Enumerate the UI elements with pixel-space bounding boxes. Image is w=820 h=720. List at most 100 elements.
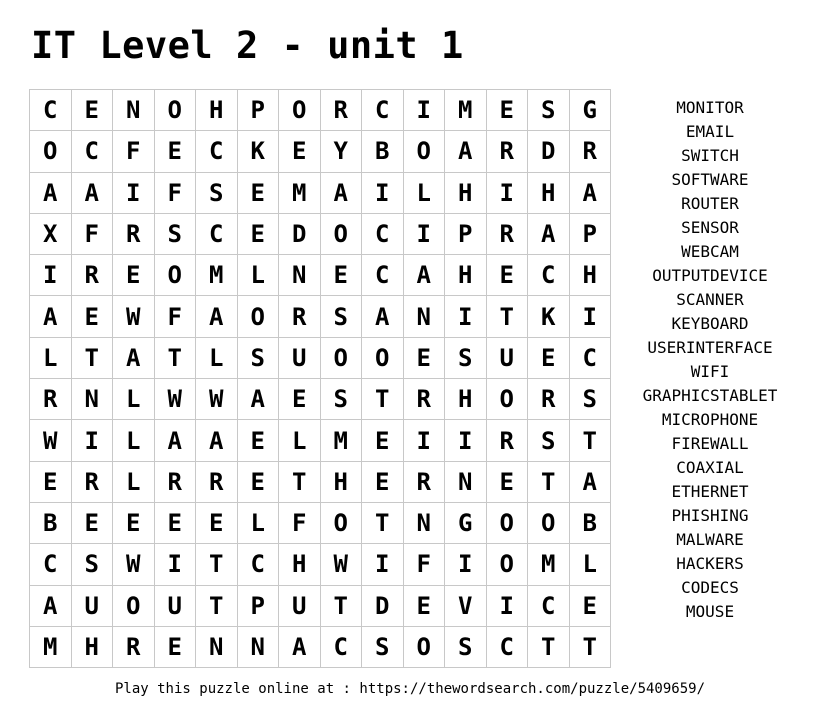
grid-cell[interactable]: I [568, 295, 611, 338]
grid-cell[interactable]: M [195, 254, 238, 297]
grid-cell[interactable]: E [70, 501, 113, 545]
grid-cell[interactable]: T [153, 336, 196, 380]
grid-cell[interactable]: E [402, 336, 445, 380]
grid-cell[interactable]: R [112, 212, 155, 256]
grid-cell[interactable]: P [568, 212, 611, 256]
grid-cell[interactable]: U [153, 584, 196, 627]
grid-cell[interactable]: H [319, 460, 362, 503]
grid-cell[interactable]: I [112, 171, 155, 214]
grid-cell[interactable]: I [153, 543, 196, 586]
grid-cell[interactable]: F [402, 543, 445, 586]
grid-cell[interactable]: D [527, 130, 570, 173]
grid-cell[interactable]: C [527, 584, 570, 627]
grid-cell[interactable]: L [29, 336, 72, 380]
grid-cell[interactable]: N [112, 88, 155, 132]
grid-cell[interactable]: N [70, 378, 113, 421]
grid-cell[interactable]: C [361, 212, 404, 256]
grid-cell[interactable]: W [112, 543, 155, 586]
grid-cell[interactable]: E [485, 88, 528, 132]
grid-cell[interactable]: N [278, 254, 321, 297]
grid-cell[interactable]: I [444, 295, 487, 338]
grid-cell[interactable]: E [236, 419, 279, 462]
grid-cell[interactable]: R [485, 419, 528, 462]
grid-cell[interactable]: A [361, 295, 404, 338]
grid-cell[interactable]: E [153, 625, 196, 669]
grid-cell[interactable]: S [444, 336, 487, 380]
grid-cell[interactable]: E [70, 88, 113, 132]
grid-cell[interactable]: S [153, 212, 196, 256]
grid-cell[interactable]: A [527, 212, 570, 256]
grid-cell[interactable]: C [236, 543, 279, 586]
grid-cell[interactable]: E [195, 501, 238, 545]
grid-cell[interactable]: X [29, 212, 72, 256]
grid-cell[interactable]: G [568, 88, 611, 132]
grid-cell[interactable]: H [444, 171, 487, 214]
grid-cell[interactable]: Y [319, 130, 362, 173]
grid-cell[interactable]: A [278, 625, 321, 669]
grid-cell[interactable]: M [29, 625, 72, 669]
grid-cell[interactable]: O [153, 88, 196, 132]
grid-cell[interactable]: E [70, 295, 113, 338]
grid-cell[interactable]: T [485, 295, 528, 338]
grid-cell[interactable]: S [361, 625, 404, 669]
grid-cell[interactable]: E [236, 212, 279, 256]
grid-cell[interactable]: E [112, 501, 155, 545]
grid-cell[interactable]: S [527, 88, 570, 132]
grid-cell[interactable]: O [236, 295, 279, 338]
grid-cell[interactable]: C [485, 625, 528, 669]
grid-cell[interactable]: T [527, 625, 570, 669]
grid-cell[interactable]: G [444, 501, 487, 545]
grid-cell[interactable]: H [444, 378, 487, 421]
grid-cell[interactable]: O [485, 501, 528, 545]
grid-cell[interactable]: I [485, 171, 528, 214]
grid-cell[interactable]: P [236, 88, 279, 132]
grid-cell[interactable]: L [402, 171, 445, 214]
grid-cell[interactable]: C [568, 336, 611, 380]
grid-cell[interactable]: C [319, 625, 362, 669]
grid-cell[interactable]: I [402, 419, 445, 462]
grid-cell[interactable]: T [568, 419, 611, 462]
grid-cell[interactable]: R [29, 378, 72, 421]
grid-cell[interactable]: W [195, 378, 238, 421]
grid-cell[interactable]: W [153, 378, 196, 421]
grid-cell[interactable]: R [568, 130, 611, 173]
grid-cell[interactable]: H [444, 254, 487, 297]
grid-cell[interactable]: T [278, 460, 321, 503]
grid-cell[interactable]: S [319, 378, 362, 421]
grid-cell[interactable]: E [112, 254, 155, 297]
grid-cell[interactable]: H [568, 254, 611, 297]
grid-cell[interactable]: L [112, 378, 155, 421]
grid-cell[interactable]: U [278, 336, 321, 380]
grid-cell[interactable]: F [153, 171, 196, 214]
grid-cell[interactable]: C [361, 88, 404, 132]
grid-cell[interactable]: B [361, 130, 404, 173]
grid-cell[interactable]: E [153, 501, 196, 545]
grid-cell[interactable]: L [568, 543, 611, 586]
grid-cell[interactable]: A [444, 130, 487, 173]
grid-cell[interactable]: M [278, 171, 321, 214]
grid-cell[interactable]: S [444, 625, 487, 669]
grid-cell[interactable]: O [402, 130, 445, 173]
grid-cell[interactable]: A [319, 171, 362, 214]
grid-cell[interactable]: E [278, 378, 321, 421]
grid-cell[interactable]: M [319, 419, 362, 462]
grid-cell[interactable]: O [29, 130, 72, 173]
grid-cell[interactable]: S [319, 295, 362, 338]
grid-cell[interactable]: U [70, 584, 113, 627]
grid-cell[interactable]: E [153, 130, 196, 173]
grid-cell[interactable]: A [195, 295, 238, 338]
grid-cell[interactable]: U [278, 584, 321, 627]
grid-cell[interactable]: C [195, 212, 238, 256]
grid-cell[interactable]: L [236, 254, 279, 297]
grid-cell[interactable]: L [112, 419, 155, 462]
grid-cell[interactable]: H [527, 171, 570, 214]
grid-cell[interactable]: C [195, 130, 238, 173]
grid-cell[interactable]: N [402, 501, 445, 545]
grid-cell[interactable]: O [278, 88, 321, 132]
grid-cell[interactable]: E [485, 460, 528, 503]
grid-cell[interactable]: C [29, 88, 72, 132]
grid-cell[interactable]: A [29, 171, 72, 214]
grid-cell[interactable]: D [361, 584, 404, 627]
grid-cell[interactable]: E [402, 584, 445, 627]
grid-cell[interactable]: P [444, 212, 487, 256]
